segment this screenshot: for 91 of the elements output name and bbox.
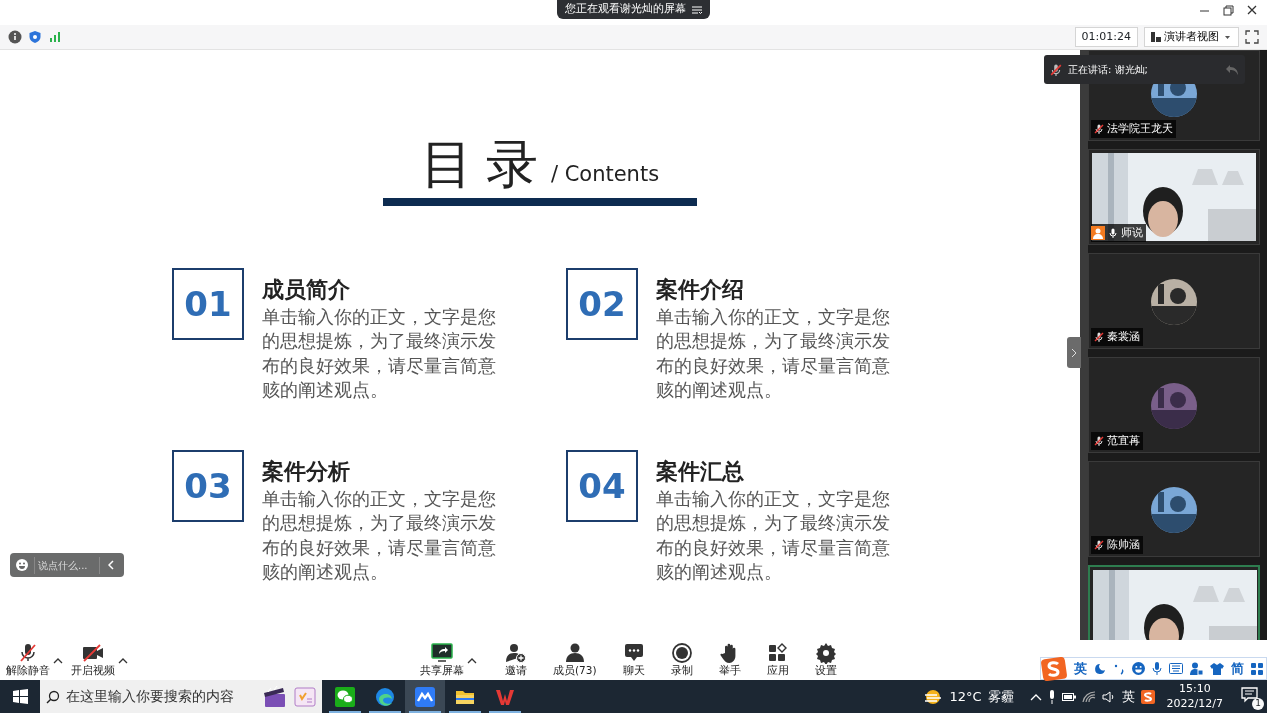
fullscreen-icon[interactable] [1245,30,1259,44]
slide-subtitle: / Contents [550,160,660,188]
participant-name: 范宜苒 [1107,433,1140,449]
control-button[interactable]: 应用 [766,642,789,677]
control-button[interactable]: 举手 [718,642,741,677]
browser-icon [375,686,395,707]
chevron-icon [108,560,114,570]
grid-icon[interactable] [1251,662,1263,675]
news-icon [294,686,316,707]
add-person-icon [505,642,527,665]
sogou-logo-icon[interactable] [1140,689,1155,704]
return-icon[interactable] [1225,63,1239,76]
people-icon [563,642,586,665]
speaker-text: 正在讲话: 谢光灿; [1068,63,1148,77]
participant-name: 秦裳涵 [1107,329,1140,345]
punctuation-icon[interactable] [1113,662,1125,675]
view-dropdown[interactable]: 演讲者视图 [1144,26,1239,48]
moon-icon[interactable] [1094,662,1106,675]
caret-icon [53,657,63,665]
battery-icon[interactable] [1061,691,1076,702]
participant-name: 师说 [1121,225,1143,241]
layout-icon [1151,32,1161,42]
weather-icon[interactable] [923,688,944,705]
ime-mode-toggle[interactable]: 英 [1074,658,1087,679]
section-text: 单击输入你的正文，文字是您的思想提炼，为了最终演示发布的良好效果，请尽量言简意赅的阐述观点。 [262,305,497,403]
clock[interactable]: 15:10 2022/12/7 [1166,682,1223,711]
banner-text: 您正在观看谢光灿的屏幕 [565,1,686,18]
participant-name: 法学院王龙天 [1107,121,1173,137]
search-placeholder: 在这里输入你要搜索的内容 [66,687,234,706]
windows-logo-icon [12,689,28,704]
collapse-handle[interactable] [1067,337,1081,368]
caret-button[interactable] [467,657,479,665]
slide-title: 目录 [420,138,551,190]
number-box: 02 [566,268,638,340]
emoji-icon[interactable] [1132,662,1145,675]
control-button[interactable]: 共享屏幕 [420,642,464,677]
wechat-icon [335,686,355,707]
search-box[interactable]: 在这里输入你要搜索的内容 [40,680,322,713]
caret-button[interactable] [53,657,65,665]
person-icon[interactable] [1190,662,1203,675]
speaker-icon[interactable] [1101,690,1116,703]
clock-time: 15:10 [1177,682,1212,697]
input-language[interactable]: 英 [1121,686,1135,707]
clapperboard-icon [262,685,288,708]
muted-mic-icon [1050,63,1062,76]
weather-text: 雾霾 [987,687,1014,706]
taskbar-app[interactable] [405,680,445,713]
meeting-icon [415,686,435,707]
caret-button[interactable] [118,657,130,665]
menu-icon[interactable] [692,5,702,14]
number-box: 03 [172,450,244,522]
control-button[interactable]: 成员(73) [553,642,597,677]
info-icon[interactable] [8,30,22,44]
signal-icon[interactable] [48,30,62,44]
record-icon [670,642,693,665]
notification-count: 1 [1252,697,1264,710]
number-box: 04 [566,450,638,522]
section-heading: 案件分析 [262,458,351,486]
chat-field[interactable]: 说点什么... [10,553,124,577]
section-text: 单击输入你的正文，文字是您的思想提炼，为了最终演示发布的良好效果，请尽量言简意赅的阐述观点。 [262,487,497,585]
shirt-icon[interactable] [1210,662,1224,675]
control-button[interactable]: 开启视频 [71,642,115,677]
mic-icon[interactable] [1047,689,1056,704]
control-button[interactable]: 邀请 [505,642,527,677]
number-box: 01 [172,268,244,340]
control-button[interactable]: 聊天 [622,642,645,677]
control-button[interactable]: 解除静音 [6,642,50,677]
ime-script-toggle[interactable]: 简 [1231,658,1244,679]
clock-date: 2022/12/7 [1166,696,1223,711]
temperature-text: 12°C [949,687,982,706]
search-icon [46,689,60,704]
chevron-icon [1071,347,1077,358]
section-heading: 成员简介 [262,276,351,304]
wifi-icon[interactable] [1081,690,1096,703]
sogou-logo-icon[interactable] [1041,656,1067,681]
caret-icon [118,657,128,665]
participant-name: 陈帅涵 [1107,537,1140,553]
shield-icon[interactable] [28,30,42,44]
notification-button[interactable]: 1 [1241,686,1261,707]
section-heading: 案件汇总 [656,458,745,486]
control-button[interactable]: 录制 [670,642,693,677]
settings-icon [814,642,837,665]
section-text: 单击输入你的正文，文字是您的思想提炼，为了最终演示发布的良好效果，请尽量言简意赅的阐述观点。 [656,487,891,585]
chevron-up-icon[interactable] [1029,692,1042,701]
control-button[interactable]: 设置 [814,642,837,677]
section-heading: 案件介绍 [656,276,745,304]
screen-share-icon [431,642,453,665]
keyboard-icon[interactable] [1169,663,1183,674]
caret-icon [467,657,477,665]
section-text: 单击输入你的正文，文字是您的思想提炼，为了最终演示发布的良好效果，请尽量言简意赅的阐述观点。 [656,305,891,403]
meeting-timer: 01:01:24 [1074,26,1138,48]
